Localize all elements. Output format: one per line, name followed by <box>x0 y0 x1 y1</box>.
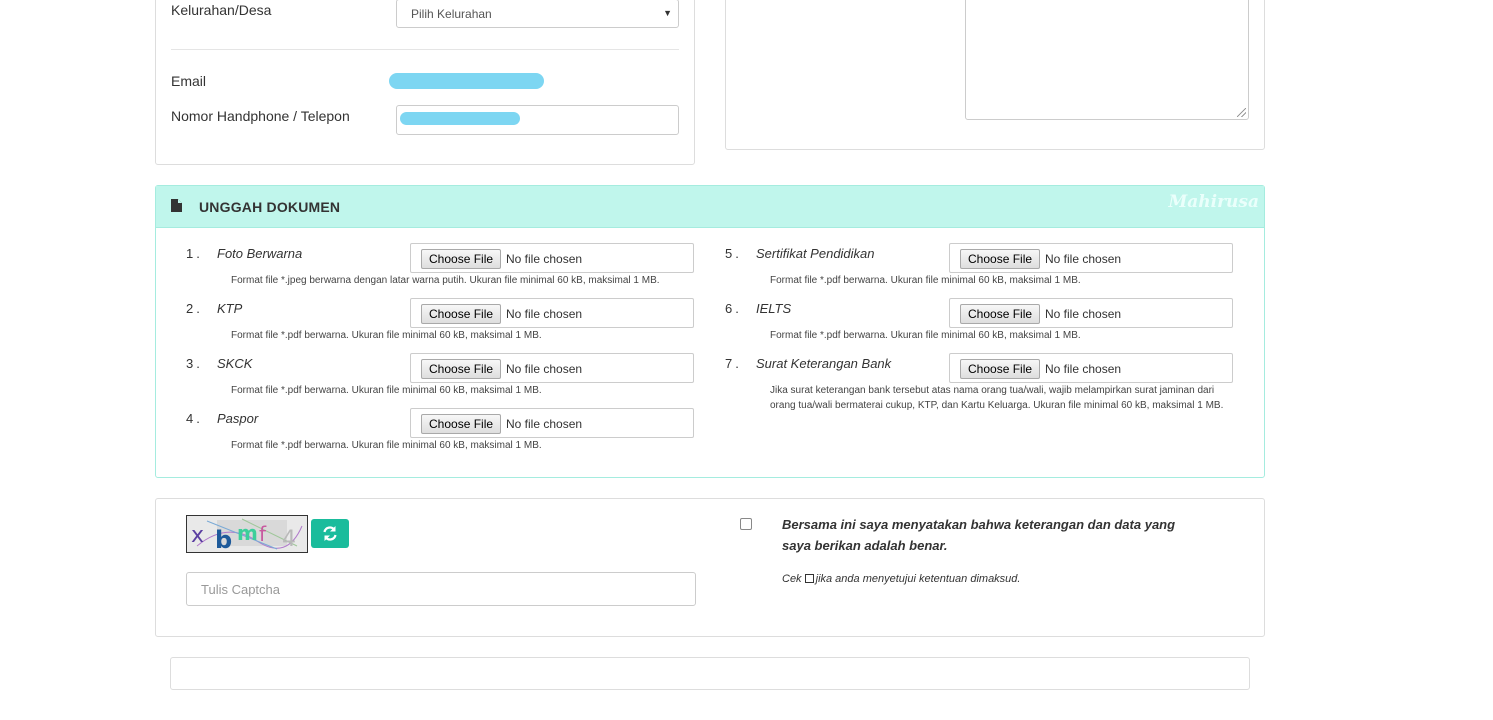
file-status: No file chosen <box>1045 307 1122 321</box>
doc-name: Foto Berwarna <box>217 246 303 261</box>
phone-field[interactable] <box>396 105 679 135</box>
doc-hint: Format file *.pdf berwarna. Ukuran file … <box>231 440 542 451</box>
doc-name: Sertifikat Pendidikan <box>756 246 875 261</box>
refresh-icon <box>323 526 337 541</box>
doc-name: Surat Keterangan Bank <box>756 356 892 371</box>
declaration-text: Bersama ini saya menyatakan bahwa ketera… <box>782 517 1176 553</box>
file-input-skck[interactable]: Choose File No file chosen <box>410 353 694 383</box>
doc-name: KTP <box>217 301 243 316</box>
doc-hint: Format file *.jpeg berwarna dengan latar… <box>231 275 660 286</box>
doc-hint: Format file *.pdf berwarna. Ukuran file … <box>231 385 542 396</box>
choose-file-button[interactable]: Choose File <box>421 414 502 434</box>
watermark-logo: Mahirusa <box>1168 192 1259 212</box>
doc-hint: Jika surat keterangan bank tersebut atas… <box>770 385 1224 411</box>
doc-number: 7. <box>725 356 742 371</box>
doc-number: 6. <box>725 301 742 316</box>
choose-file-button[interactable]: Choose File <box>421 249 502 269</box>
file-status: No file chosen <box>1045 362 1122 376</box>
upload-header: UNGGAH DOKUMEN Mahirusa <box>156 186 1264 228</box>
agreement-checkbox[interactable] <box>740 518 752 530</box>
doc-hint: Format file *.pdf berwarna. Ukuran file … <box>231 330 542 341</box>
email-value-redacted <box>389 73 544 89</box>
note-suffix: jika anda menyetujui ketentuan dimaksud. <box>815 573 1021 585</box>
email-label: Email <box>171 73 207 89</box>
captcha-image: x b m f 4 <box>186 515 308 553</box>
file-input-ielts[interactable]: Choose File No file chosen <box>949 298 1233 328</box>
captcha-char: x <box>191 523 204 548</box>
address-panel <box>725 0 1265 150</box>
file-input-foto[interactable]: Choose File No file chosen <box>410 243 694 273</box>
file-input-bank[interactable]: Choose File No file chosen <box>949 353 1233 383</box>
doc-number: 1. <box>186 246 203 261</box>
choose-file-button[interactable]: Choose File <box>421 359 502 379</box>
captcha-char: b <box>215 526 232 552</box>
captcha-char: m <box>237 521 258 545</box>
file-status: No file chosen <box>506 417 583 431</box>
dropdown-arrow-icon: ▼ <box>663 8 672 18</box>
address-textarea[interactable] <box>965 0 1249 120</box>
captcha-panel: x b m f 4 Bersama ini saya menyatakan ba… <box>155 498 1265 637</box>
phone-value-redacted <box>400 112 520 125</box>
phone-label: Nomor Handphone / Telepon <box>171 108 350 124</box>
resize-handle-icon[interactable] <box>1237 108 1246 117</box>
doc-number: 3. <box>186 356 203 371</box>
kelurahan-label: Kelurahan/Desa <box>171 2 272 18</box>
file-input-ktp[interactable]: Choose File No file chosen <box>410 298 694 328</box>
doc-hint: Format file *.pdf berwarna. Ukuran file … <box>770 330 1081 341</box>
file-status: No file chosen <box>506 307 583 321</box>
personal-info-panel: Kelurahan/Desa Pilih Kelurahan ▼ Email N… <box>155 0 695 165</box>
bottom-panel <box>170 657 1250 690</box>
divider <box>171 49 679 50</box>
doc-name: Paspor <box>217 411 259 426</box>
agreement-note: Cek jika anda menyetujui ketentuan dimak… <box>782 573 1020 585</box>
refresh-captcha-button[interactable] <box>311 519 349 548</box>
captcha-field[interactable] <box>186 572 696 606</box>
kelurahan-select[interactable]: Pilih Kelurahan ▼ <box>396 0 679 28</box>
file-icon <box>171 199 182 212</box>
doc-number: 4. <box>186 411 203 426</box>
file-status: No file chosen <box>1045 252 1122 266</box>
doc-hint: Format file *.pdf berwarna. Ukuran file … <box>770 275 1081 286</box>
kelurahan-select-value: Pilih Kelurahan <box>411 7 492 21</box>
choose-file-button[interactable]: Choose File <box>421 304 502 324</box>
note-prefix: Cek <box>782 573 802 585</box>
doc-number: 5. <box>725 246 742 261</box>
file-status: No file chosen <box>506 252 583 266</box>
doc-name: SKCK <box>217 356 253 371</box>
doc-number: 2. <box>186 301 203 316</box>
choose-file-button[interactable]: Choose File <box>960 304 1041 324</box>
choose-file-button[interactable]: Choose File <box>960 359 1041 379</box>
file-input-paspor[interactable]: Choose File No file chosen <box>410 408 694 438</box>
file-status: No file chosen <box>506 362 583 376</box>
doc-name: IELTS <box>756 301 792 316</box>
choose-file-button[interactable]: Choose File <box>960 249 1041 269</box>
file-input-sertifikat[interactable]: Choose File No file chosen <box>949 243 1233 273</box>
upload-documents-panel: UNGGAH DOKUMEN Mahirusa 1. Foto Berwarna… <box>155 185 1265 478</box>
captcha-char: f <box>259 522 267 546</box>
captcha-input[interactable] <box>199 573 683 605</box>
upload-title: UNGGAH DOKUMEN <box>199 199 341 215</box>
checkbox-icon <box>804 574 814 583</box>
captcha-char: 4 <box>282 527 296 552</box>
